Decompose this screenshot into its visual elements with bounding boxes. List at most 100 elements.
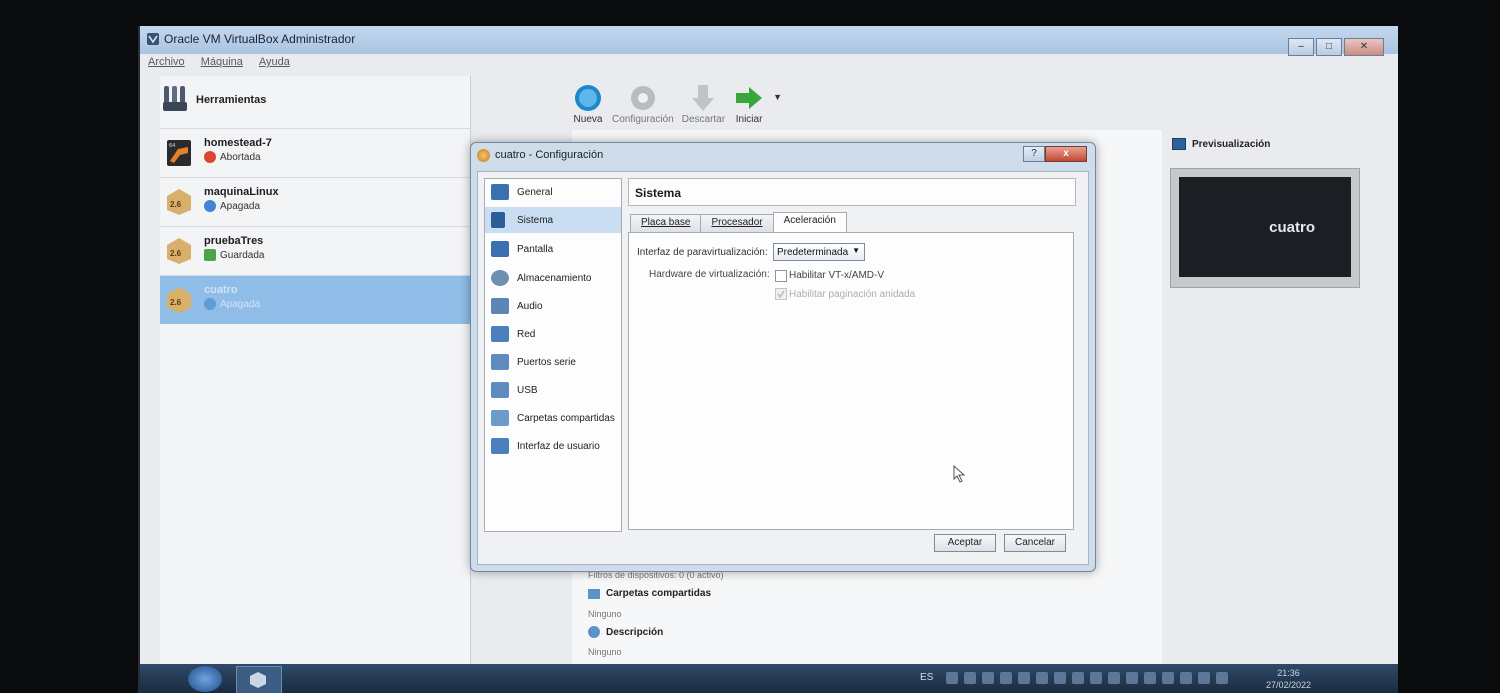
tray-icon[interactable] <box>1054 672 1066 684</box>
close-button[interactable]: ✕ <box>1344 38 1384 56</box>
tray-icon[interactable] <box>982 672 994 684</box>
vm-state: Abortada <box>204 151 261 163</box>
clock-time: 21:36 <box>1277 668 1300 678</box>
tray-icon[interactable] <box>1090 672 1102 684</box>
tray-icon[interactable] <box>1126 672 1138 684</box>
category-almacenamiento[interactable]: Almacenamiento <box>485 265 621 291</box>
category-puertos-serie[interactable]: Puertos serie <box>485 349 621 375</box>
tray-icon[interactable] <box>1216 672 1228 684</box>
arrow-right-icon <box>736 87 763 109</box>
preview-screen: cuatro <box>1179 177 1351 277</box>
description-section[interactable]: Descripción <box>588 626 663 638</box>
chevron-down-icon[interactable]: ▼ <box>773 92 782 125</box>
settings-button[interactable]: Configuración <box>612 82 674 125</box>
tray-icon[interactable] <box>946 672 958 684</box>
tools-label: Herramientas <box>196 94 267 106</box>
vm-item-cuatro[interactable]: 2.6 cuatro Apagada <box>160 275 470 324</box>
saved-icon <box>204 249 216 261</box>
category-red[interactable]: Red <box>485 321 621 347</box>
category-label: General <box>517 187 553 198</box>
tray-icon[interactable] <box>964 672 976 684</box>
dialog-close-button[interactable]: x <box>1045 146 1087 162</box>
category-general[interactable]: General <box>485 179 621 205</box>
nested-paging-checkbox[interactable] <box>775 288 787 300</box>
description-value: Ninguno <box>588 647 622 657</box>
page-title-box: Sistema <box>628 178 1076 206</box>
vm-state: Apagada <box>204 200 260 212</box>
vm-item-homestead[interactable]: 64 homestead-7 Abortada <box>160 128 470 177</box>
tray-icon[interactable] <box>1108 672 1120 684</box>
tray-icon[interactable] <box>1036 672 1048 684</box>
description-title: Descripción <box>606 626 664 638</box>
cancel-button[interactable]: Cancelar <box>1004 534 1066 552</box>
vm-item-pruebatres[interactable]: 2.6 pruebaTres Guardada <box>160 226 470 275</box>
minimize-button[interactable]: – <box>1288 38 1314 56</box>
help-button[interactable]: ? <box>1023 146 1045 162</box>
category-sistema[interactable]: Sistema <box>485 207 621 233</box>
acceleration-panel: Interfaz de paravirtualización: Predeter… <box>628 232 1074 530</box>
vm-state-label: Guardada <box>220 249 265 261</box>
tray-icon[interactable] <box>1180 672 1192 684</box>
vm-state: Apagada <box>204 298 260 310</box>
category-carpetas-compartidas[interactable]: Carpetas compartidas <box>485 405 621 431</box>
page-title: Sistema <box>635 186 682 200</box>
vm-list-pane: Herramientas 64 homestead-7 Abortada 2.6… <box>160 76 471 676</box>
preview-title: Previsualización <box>1192 138 1271 150</box>
vm-name: pruebaTres <box>204 235 264 247</box>
category-audio[interactable]: Audio <box>485 293 621 319</box>
discard-button[interactable]: Descartar <box>682 82 725 125</box>
tray-icon[interactable] <box>1144 672 1156 684</box>
category-interfaz-usuario[interactable]: Interfaz de usuario <box>485 433 621 459</box>
settings-dialog-icon <box>477 149 490 162</box>
start-orb[interactable] <box>188 666 222 692</box>
menu-ayuda[interactable]: Ayuda <box>259 56 290 74</box>
menubar: Archivo Máquina Ayuda <box>148 56 290 74</box>
tray-icon[interactable] <box>1162 672 1174 684</box>
monitor-icon <box>1172 138 1186 150</box>
window-titlebar[interactable]: Oracle VM VirtualBox Administrador – □ ✕ <box>140 26 1398 56</box>
tab-placa-base[interactable]: Placa base <box>630 214 702 232</box>
tray-icon[interactable] <box>1018 672 1030 684</box>
vm-version-badge: 2.6 <box>170 298 182 307</box>
category-label: Audio <box>517 301 543 312</box>
menu-maquina[interactable]: Máquina <box>201 56 243 74</box>
language-indicator[interactable]: ES <box>920 672 933 683</box>
folder-icon <box>588 588 600 599</box>
category-label: Red <box>517 329 536 340</box>
category-label: Puertos serie <box>517 357 576 368</box>
vm-item-maquinalinux[interactable]: 2.6 maquinaLinux Apagada <box>160 177 470 226</box>
monitor-icon <box>491 184 509 200</box>
category-pantalla[interactable]: Pantalla <box>485 236 621 262</box>
shared-folders-section[interactable]: Carpetas compartidas <box>588 588 711 599</box>
ok-button[interactable]: Aceptar <box>934 534 996 552</box>
vm-version-badge: 2.6 <box>170 249 182 258</box>
tab-procesador[interactable]: Procesador <box>700 214 774 232</box>
maximize-button[interactable]: □ <box>1316 38 1342 56</box>
system-tray <box>946 672 1228 684</box>
tab-aceleracion[interactable]: Aceleración <box>772 212 847 233</box>
aborted-icon <box>204 151 216 163</box>
svg-text:64: 64 <box>169 143 175 149</box>
hw-virt-label: Hardware de virtualización: <box>649 269 770 280</box>
tray-icon[interactable] <box>1000 672 1012 684</box>
tray-icon[interactable] <box>1072 672 1084 684</box>
start-label: Iniciar <box>735 114 763 125</box>
tray-icon[interactable] <box>1198 672 1210 684</box>
vm-state-label: Apagada <box>220 298 261 310</box>
clock[interactable]: 21:36 27/02/2022 <box>1266 667 1311 691</box>
shared-folders-title: Carpetas compartidas <box>606 588 712 599</box>
menu-archivo[interactable]: Archivo <box>148 56 185 74</box>
category-usb[interactable]: USB <box>485 377 621 403</box>
start-button[interactable]: Iniciar <box>733 82 765 125</box>
category-label: Sistema <box>517 215 554 226</box>
taskbar: ES 21:36 27/02/2022 <box>140 664 1398 693</box>
vtx-checkbox[interactable] <box>775 270 787 282</box>
paravirt-select[interactable]: Predeterminada ▼ <box>773 243 865 261</box>
vm-name: homestead-7 <box>204 137 272 149</box>
taskbar-virtualbox[interactable] <box>236 666 282 693</box>
paravirt-value: Predeterminada <box>777 247 849 258</box>
tools-item[interactable]: Herramientas <box>160 76 470 128</box>
new-button[interactable]: Nueva <box>572 82 604 125</box>
settings-dialog: cuatro - Configuración ? x General Siste… <box>470 142 1096 572</box>
preview-panel: Previsualización cuatro <box>1160 130 1390 290</box>
